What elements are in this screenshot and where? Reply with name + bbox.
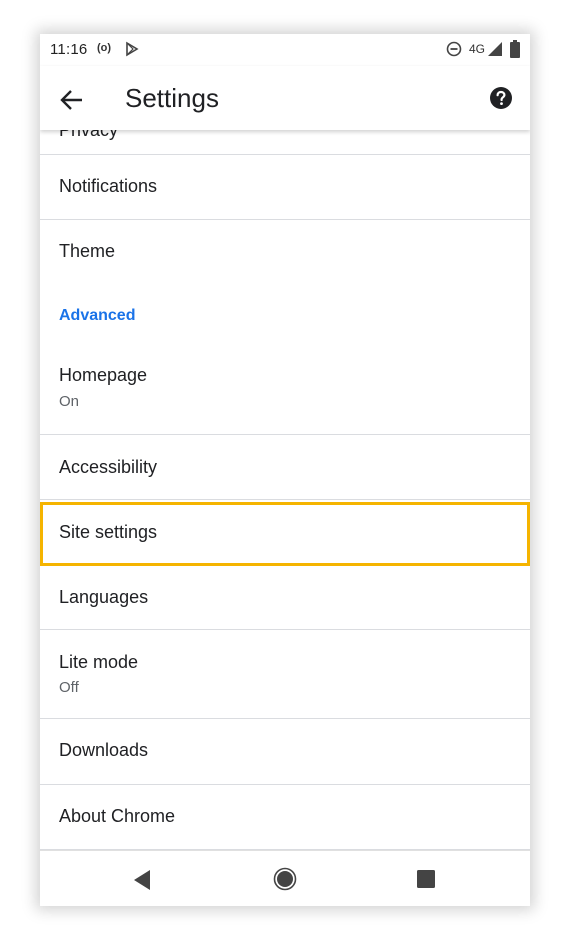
item-subtitle: Off [59, 679, 79, 696]
list-item-notifications[interactable]: Notifications [40, 155, 530, 220]
section-advanced: Advanced [40, 284, 530, 344]
list-item-downloads[interactable]: Downloads [40, 719, 530, 785]
item-title: Downloads [59, 740, 149, 760]
list-item-about-chrome[interactable]: About Chrome [40, 785, 530, 850]
partial-list-item[interactable]: Privacy [40, 130, 530, 155]
item-title: Site settings [59, 522, 158, 542]
settings-list[interactable]: Privacy Notifications Theme Advanced Hom… [40, 130, 530, 850]
dnd-icon [446, 41, 462, 62]
nav-recents-icon[interactable] [417, 870, 435, 893]
item-title: Theme [59, 241, 116, 261]
network-type: 4G [469, 42, 486, 56]
status-time: 11:16 [50, 41, 88, 58]
list-item-homepage[interactable]: Homepage On [40, 344, 530, 435]
app-bar: Settings [40, 66, 530, 130]
item-subtitle: On [59, 393, 80, 410]
phone-screen: 11:16 (o) 4G Settings Privacy Notificati… [40, 34, 530, 906]
radio-icon: (o) [97, 42, 112, 54]
item-title: Languages [59, 587, 149, 607]
nav-back-icon[interactable] [132, 869, 152, 896]
help-icon[interactable] [489, 86, 513, 110]
signal-icon [487, 41, 503, 62]
partial-item-label: Privacy [59, 130, 119, 140]
battery-icon [510, 40, 520, 63]
list-item-site-settings[interactable]: Site settings [40, 500, 530, 564]
item-title: Lite mode [59, 652, 139, 672]
item-title: Accessibility [59, 457, 158, 477]
list-item-languages[interactable]: Languages [40, 565, 530, 630]
list-item-theme[interactable]: Theme [40, 220, 530, 284]
nav-home-icon[interactable] [273, 867, 297, 896]
list-item-accessibility[interactable]: Accessibility [40, 435, 530, 500]
play-icon [124, 41, 140, 62]
page-title: Settings [125, 83, 219, 113]
status-bar: 11:16 (o) 4G [40, 34, 530, 66]
list-item-lite-mode[interactable]: Lite mode Off [40, 630, 530, 719]
navigation-bar [40, 850, 530, 906]
item-title: Notifications [59, 176, 158, 196]
item-title: About Chrome [59, 806, 176, 826]
arrow-back-icon[interactable] [58, 86, 86, 114]
item-title: Homepage [59, 365, 148, 385]
section-header: Advanced [59, 307, 136, 324]
